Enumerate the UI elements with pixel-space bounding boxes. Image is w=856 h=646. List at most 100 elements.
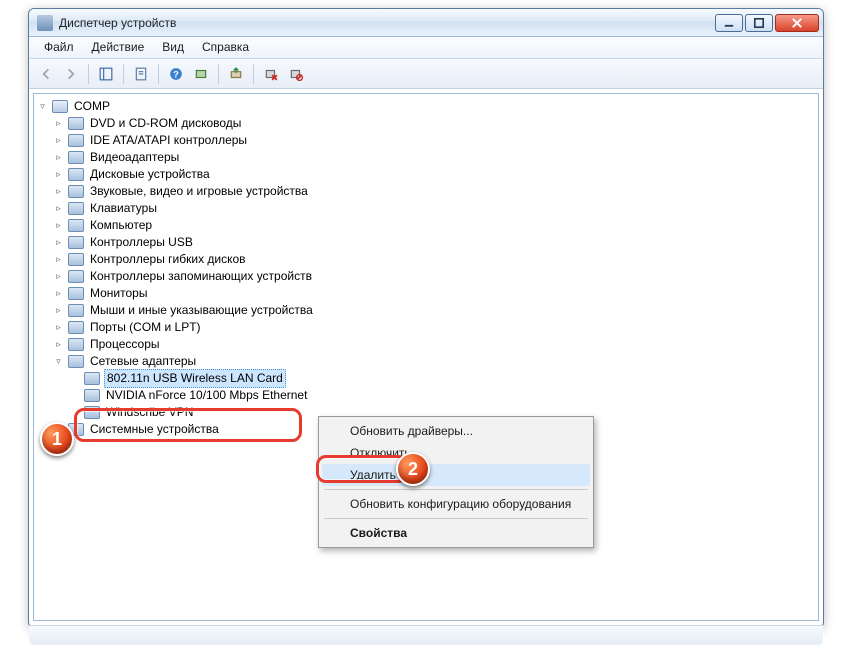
- device-category-icon: [68, 134, 84, 147]
- menu-file[interactable]: Файл: [35, 37, 83, 58]
- expander-icon[interactable]: ▿: [54, 357, 63, 366]
- expander-icon[interactable]: ▿: [38, 102, 47, 111]
- tree-category[interactable]: Контроллеры запоминающих устройств: [68, 268, 816, 285]
- annotation-badge-1: 1: [40, 422, 74, 456]
- context-menu: Обновить драйверы... Отключить Удалить О…: [318, 416, 594, 548]
- device-label: NVIDIA nForce 10/100 Mbps Ethernet: [104, 387, 309, 404]
- svg-text:?: ?: [173, 69, 179, 79]
- menu-help[interactable]: Справка: [193, 37, 258, 58]
- expander-icon[interactable]: ▹: [54, 170, 63, 179]
- tree-category[interactable]: Клавиатуры: [68, 200, 816, 217]
- device-category-icon: [68, 202, 84, 215]
- ctx-delete[interactable]: Удалить: [322, 464, 590, 486]
- maximize-button[interactable]: [745, 14, 773, 32]
- menu-action[interactable]: Действие: [83, 37, 154, 58]
- annotation-badge-2: 2: [396, 452, 430, 486]
- device-label: 802.11n USB Wireless LAN Card: [104, 369, 286, 388]
- expander-icon[interactable]: ▹: [54, 153, 63, 162]
- uninstall-button[interactable]: [260, 63, 282, 85]
- expander-icon[interactable]: ▹: [54, 323, 63, 332]
- toolbar-separator: [123, 64, 124, 84]
- expander-icon[interactable]: ▹: [54, 204, 63, 213]
- tree-category[interactable]: Порты (COM и LPT): [68, 319, 816, 336]
- show-hide-tree-button[interactable]: [95, 63, 117, 85]
- tree-category[interactable]: DVD и CD-ROM дисководы: [68, 115, 816, 132]
- tree-device[interactable]: 802.11n USB Wireless LAN Card: [84, 370, 816, 387]
- device-category-icon: [68, 338, 84, 351]
- tree-category[interactable]: Дисковые устройства: [68, 166, 816, 183]
- category-label: Звуковые, видео и игровые устройства: [88, 183, 310, 200]
- device-label: Windscribe VPN: [104, 404, 195, 421]
- category-label: Процессоры: [88, 336, 162, 353]
- category-label: IDE ATA/ATAPI контроллеры: [88, 132, 249, 149]
- device-category-icon: [68, 236, 84, 249]
- ctx-separator: [324, 518, 588, 519]
- category-label: Контроллеры запоминающих устройств: [88, 268, 314, 285]
- tree-category[interactable]: Звуковые, видео и игровые устройства: [68, 183, 816, 200]
- tree-category[interactable]: Контроллеры гибких дисков: [68, 251, 816, 268]
- statusbar: [29, 625, 823, 645]
- expander-icon[interactable]: ▹: [54, 340, 63, 349]
- tree-category[interactable]: IDE ATA/ATAPI контроллеры: [68, 132, 816, 149]
- tree-category[interactable]: Мыши и иные указывающие устройства: [68, 302, 816, 319]
- device-category-icon: [68, 270, 84, 283]
- tree-category[interactable]: Мониторы: [68, 285, 816, 302]
- category-label: Порты (COM и LPT): [88, 319, 203, 336]
- device-category-icon: [68, 321, 84, 334]
- ctx-update-drivers[interactable]: Обновить драйверы...: [322, 420, 590, 442]
- expander-icon[interactable]: ▹: [54, 306, 63, 315]
- tree-category-network[interactable]: Сетевые адаптеры: [68, 353, 816, 370]
- network-adapter-icon: [84, 372, 100, 385]
- scan-hardware-button[interactable]: [190, 63, 212, 85]
- network-adapter-icon: [84, 406, 100, 419]
- toolbar-separator: [88, 64, 89, 84]
- update-driver-button[interactable]: [225, 63, 247, 85]
- device-category-icon: [68, 219, 84, 232]
- tree-category[interactable]: Видеоадаптеры: [68, 149, 816, 166]
- category-label: Видеоадаптеры: [88, 149, 181, 166]
- forward-button[interactable]: [60, 63, 82, 85]
- close-button[interactable]: [775, 14, 819, 32]
- app-icon: [37, 15, 53, 31]
- toolbar-separator: [158, 64, 159, 84]
- titlebar[interactable]: Диспетчер устройств: [29, 9, 823, 37]
- expander-icon[interactable]: ▹: [54, 238, 63, 247]
- help-button[interactable]: ?: [165, 63, 187, 85]
- category-label: DVD и CD-ROM дисководы: [88, 115, 243, 132]
- minimize-button[interactable]: [715, 14, 743, 32]
- toolbar: ?: [29, 59, 823, 89]
- tree-category[interactable]: Компьютер: [68, 217, 816, 234]
- device-category-icon: [68, 304, 84, 317]
- back-button[interactable]: [35, 63, 57, 85]
- disable-button[interactable]: [285, 63, 307, 85]
- ctx-scan-hardware[interactable]: Обновить конфигурацию оборудования: [322, 493, 590, 515]
- toolbar-separator: [218, 64, 219, 84]
- category-label: Контроллеры гибких дисков: [88, 251, 248, 268]
- tree-category[interactable]: Процессоры: [68, 336, 816, 353]
- properties-button[interactable]: [130, 63, 152, 85]
- tree-category[interactable]: Контроллеры USB: [68, 234, 816, 251]
- ctx-disable[interactable]: Отключить: [322, 442, 590, 464]
- category-label: Системные устройства: [88, 421, 221, 438]
- device-category-icon: [68, 287, 84, 300]
- device-tree: ▿ COMP ▹ DVD и CD-ROM дисководы ▹ IDE ATA/A…: [36, 98, 816, 438]
- category-label: Мониторы: [88, 285, 149, 302]
- expander-icon[interactable]: ▹: [54, 255, 63, 264]
- device-category-icon: [68, 117, 84, 130]
- expander-icon[interactable]: ▹: [54, 272, 63, 281]
- ctx-properties[interactable]: Свойства: [322, 522, 590, 544]
- expander-icon[interactable]: ▹: [54, 187, 63, 196]
- computer-icon: [52, 100, 68, 113]
- tree-device[interactable]: NVIDIA nForce 10/100 Mbps Ethernet: [84, 387, 816, 404]
- ctx-separator: [324, 489, 588, 490]
- expander-icon[interactable]: ▹: [54, 289, 63, 298]
- expander-icon[interactable]: ▹: [54, 119, 63, 128]
- expander-icon[interactable]: ▹: [54, 136, 63, 145]
- menu-view[interactable]: Вид: [153, 37, 193, 58]
- category-label: Сетевые адаптеры: [88, 353, 198, 370]
- root-label: COMP: [72, 98, 112, 115]
- device-category-icon: [68, 151, 84, 164]
- expander-icon[interactable]: ▹: [54, 221, 63, 230]
- tree-root[interactable]: COMP: [52, 98, 816, 115]
- device-category-icon: [68, 253, 84, 266]
